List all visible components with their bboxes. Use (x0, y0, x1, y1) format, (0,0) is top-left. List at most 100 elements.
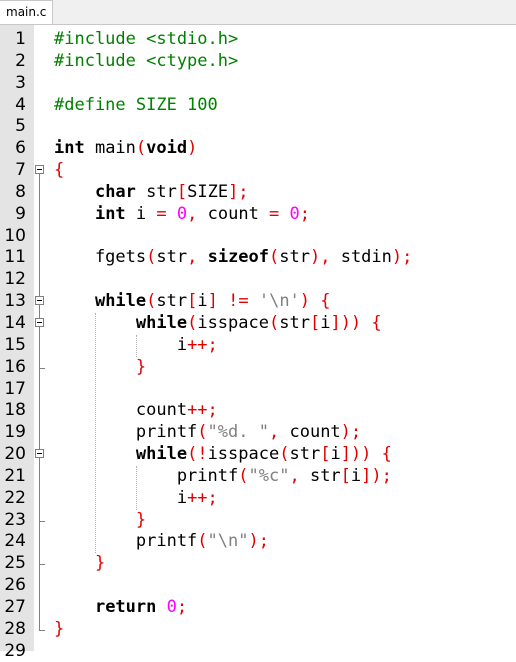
fold-marker (34, 269, 46, 292)
collapse-icon[interactable] (35, 165, 44, 175)
fold-marker (34, 487, 46, 510)
code-line[interactable]: 3 (0, 73, 516, 95)
line-number: 20 (4, 444, 26, 465)
code-line[interactable]: 20 while(!isspace(str[i])) { (0, 444, 516, 466)
fold-marker (34, 203, 46, 226)
line-number: 19 (4, 422, 26, 443)
code-line[interactable]: 29 (0, 641, 516, 662)
code-token: = (269, 203, 280, 224)
fold-marker (34, 181, 46, 204)
code-line[interactable]: 26 (0, 575, 516, 597)
line-number: 29 (4, 640, 26, 661)
code-text: } (54, 357, 146, 379)
line-number: 6 (15, 138, 26, 159)
code-line[interactable]: 16 } (0, 356, 516, 379)
code-line[interactable]: 4 #define SIZE 100 (0, 95, 516, 117)
fold-marker (34, 618, 46, 641)
code-line[interactable]: 10 (0, 225, 516, 248)
fold-marker[interactable] (34, 444, 46, 466)
code-token: isspace (197, 312, 269, 333)
line-number: 4 (15, 94, 26, 115)
line-number: 23 (4, 509, 26, 530)
code-line[interactable]: 15 i++; (0, 334, 516, 357)
collapse-icon[interactable] (35, 296, 44, 306)
code-token: str (279, 247, 310, 268)
code-token: { (320, 291, 331, 312)
code-line[interactable]: 28} (0, 618, 516, 641)
code-token: ])) (330, 312, 362, 333)
code-line[interactable]: 27 return 0; (0, 596, 516, 619)
line-number: 28 (4, 618, 26, 639)
code-line[interactable]: 7{ (0, 160, 516, 182)
code-line[interactable]: 22 i++; (0, 487, 516, 510)
code-token: #define SIZE 100 (54, 94, 218, 115)
fold-marker (34, 247, 46, 270)
code-editor[interactable]: 1 #include <stdio.h> 2 #include <ctype.h> 3 4… (0, 29, 516, 662)
code-token: printf (54, 531, 198, 552)
code-token: 0 (289, 203, 300, 224)
line-number: 14 (4, 312, 26, 333)
collapse-icon[interactable] (35, 317, 44, 327)
line-number: 18 (4, 400, 26, 421)
code-line[interactable]: 23 } (0, 509, 516, 532)
fold-marker (34, 138, 46, 160)
fold-marker (34, 73, 46, 95)
code-text: char str[SIZE]; (54, 182, 249, 204)
collapse-icon[interactable] (35, 449, 44, 459)
code-text: fgets(str, sizeof(str), stdin); (54, 247, 412, 269)
code-line[interactable]: 8 char str[SIZE]; (0, 181, 516, 204)
code-token: ]; (228, 181, 249, 202)
code-line[interactable]: 21 printf("%c", str[i]); (0, 465, 516, 488)
code-token: void (146, 138, 188, 159)
code-token: ]); (361, 465, 392, 486)
code-line[interactable]: 17 (0, 378, 516, 401)
code-token: [ (340, 465, 351, 486)
code-text: } (54, 553, 105, 575)
code-line[interactable]: 19 printf("%d. ", count); (0, 422, 516, 445)
code-line[interactable]: 25 } (0, 553, 516, 576)
code-line[interactable]: 6 int main(void) (0, 138, 516, 160)
code-token: } (135, 509, 147, 530)
code-line[interactable]: 1 #include <stdio.h> (0, 29, 516, 51)
tab-bar: main.c (0, 0, 516, 25)
code-line[interactable]: 18 count++; (0, 400, 516, 423)
code-line[interactable]: 24 printf("\n"); (0, 531, 516, 554)
code-line[interactable]: 5 (0, 116, 516, 138)
fold-marker[interactable] (34, 291, 46, 313)
code-line[interactable]: 9 int i = 0, count = 0; (0, 203, 516, 226)
fold-marker (34, 575, 46, 597)
code-token: ; (176, 596, 188, 617)
fold-marker[interactable] (34, 312, 46, 335)
code-line[interactable]: 12 (0, 269, 516, 292)
fold-marker (34, 465, 46, 488)
code-token: ; (299, 203, 311, 224)
code-token: . " (238, 422, 269, 443)
code-token: ( (135, 138, 147, 159)
fold-marker[interactable] (34, 160, 46, 182)
code-text: count++; (54, 400, 218, 422)
line-number: 9 (15, 203, 26, 224)
line-number: 11 (4, 247, 26, 268)
code-line[interactable]: 13 while(str[i] != '\n') { (0, 291, 516, 313)
code-token: str (156, 247, 188, 268)
code-line[interactable]: 14 while(isspace(str[i])) { (0, 312, 516, 335)
line-number: 26 (4, 575, 26, 596)
tab-main-c[interactable]: main.c (0, 0, 54, 24)
code-line[interactable]: 2 #include <ctype.h> (0, 51, 516, 73)
code-token: [ (320, 444, 331, 465)
code-token: count (54, 400, 188, 421)
code-token: , (187, 203, 198, 224)
code-text: #include <ctype.h> (54, 51, 238, 73)
fold-marker (34, 51, 46, 73)
line-number: 24 (4, 531, 26, 552)
code-token: i (54, 334, 188, 355)
code-token: ])) (340, 444, 372, 465)
code-line[interactable]: 11 fgets(str, sizeof(str), stdin); (0, 247, 516, 270)
line-number: 27 (4, 596, 26, 617)
